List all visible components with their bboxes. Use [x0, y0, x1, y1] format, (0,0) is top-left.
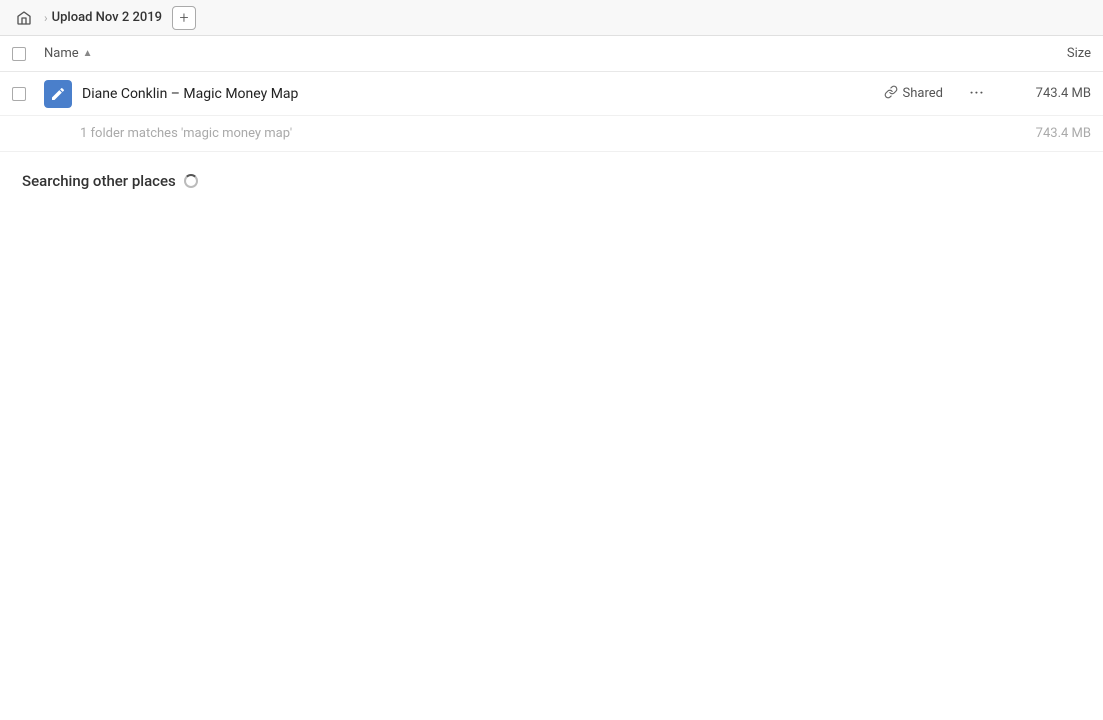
- size-column-header[interactable]: Size: [991, 46, 1091, 61]
- name-column-header[interactable]: Name ▲: [44, 46, 991, 61]
- column-header-row: Name ▲ Size: [0, 36, 1103, 72]
- document-icon: [44, 80, 72, 108]
- link-icon: [884, 85, 898, 103]
- sub-item-row: 1 folder matches 'magic money map' 743.4…: [0, 116, 1103, 152]
- file-row[interactable]: Diane Conklin – Magic Money Map Shared ·…: [0, 72, 1103, 116]
- breadcrumb-label: Upload Nov 2 2019: [52, 10, 162, 25]
- file-name-label: Diane Conklin – Magic Money Map: [82, 86, 884, 102]
- file-checkbox[interactable]: [12, 87, 32, 101]
- searching-row: Searching other places: [0, 152, 1103, 202]
- add-button[interactable]: +: [172, 6, 196, 30]
- breadcrumb-separator: ›: [44, 11, 48, 25]
- file-size-label: 743.4 MB: [1011, 86, 1091, 101]
- home-button[interactable]: [12, 6, 36, 30]
- row-checkbox-box[interactable]: [12, 87, 26, 101]
- more-options-button[interactable]: ···: [963, 80, 991, 108]
- checkbox-box[interactable]: [12, 47, 26, 61]
- shared-label: Shared: [903, 86, 943, 101]
- name-label: Name: [44, 46, 79, 61]
- sort-arrow-icon: ▲: [83, 48, 93, 59]
- sub-item-size: 743.4 MB: [1011, 126, 1091, 141]
- shared-indicator: Shared: [884, 85, 943, 103]
- select-all-checkbox[interactable]: [12, 47, 32, 61]
- loading-spinner: [184, 174, 198, 188]
- searching-label: Searching other places: [22, 172, 176, 190]
- top-bar: › Upload Nov 2 2019 +: [0, 0, 1103, 36]
- no-folder-matches-text: 1 folder matches 'magic money map': [80, 126, 1011, 141]
